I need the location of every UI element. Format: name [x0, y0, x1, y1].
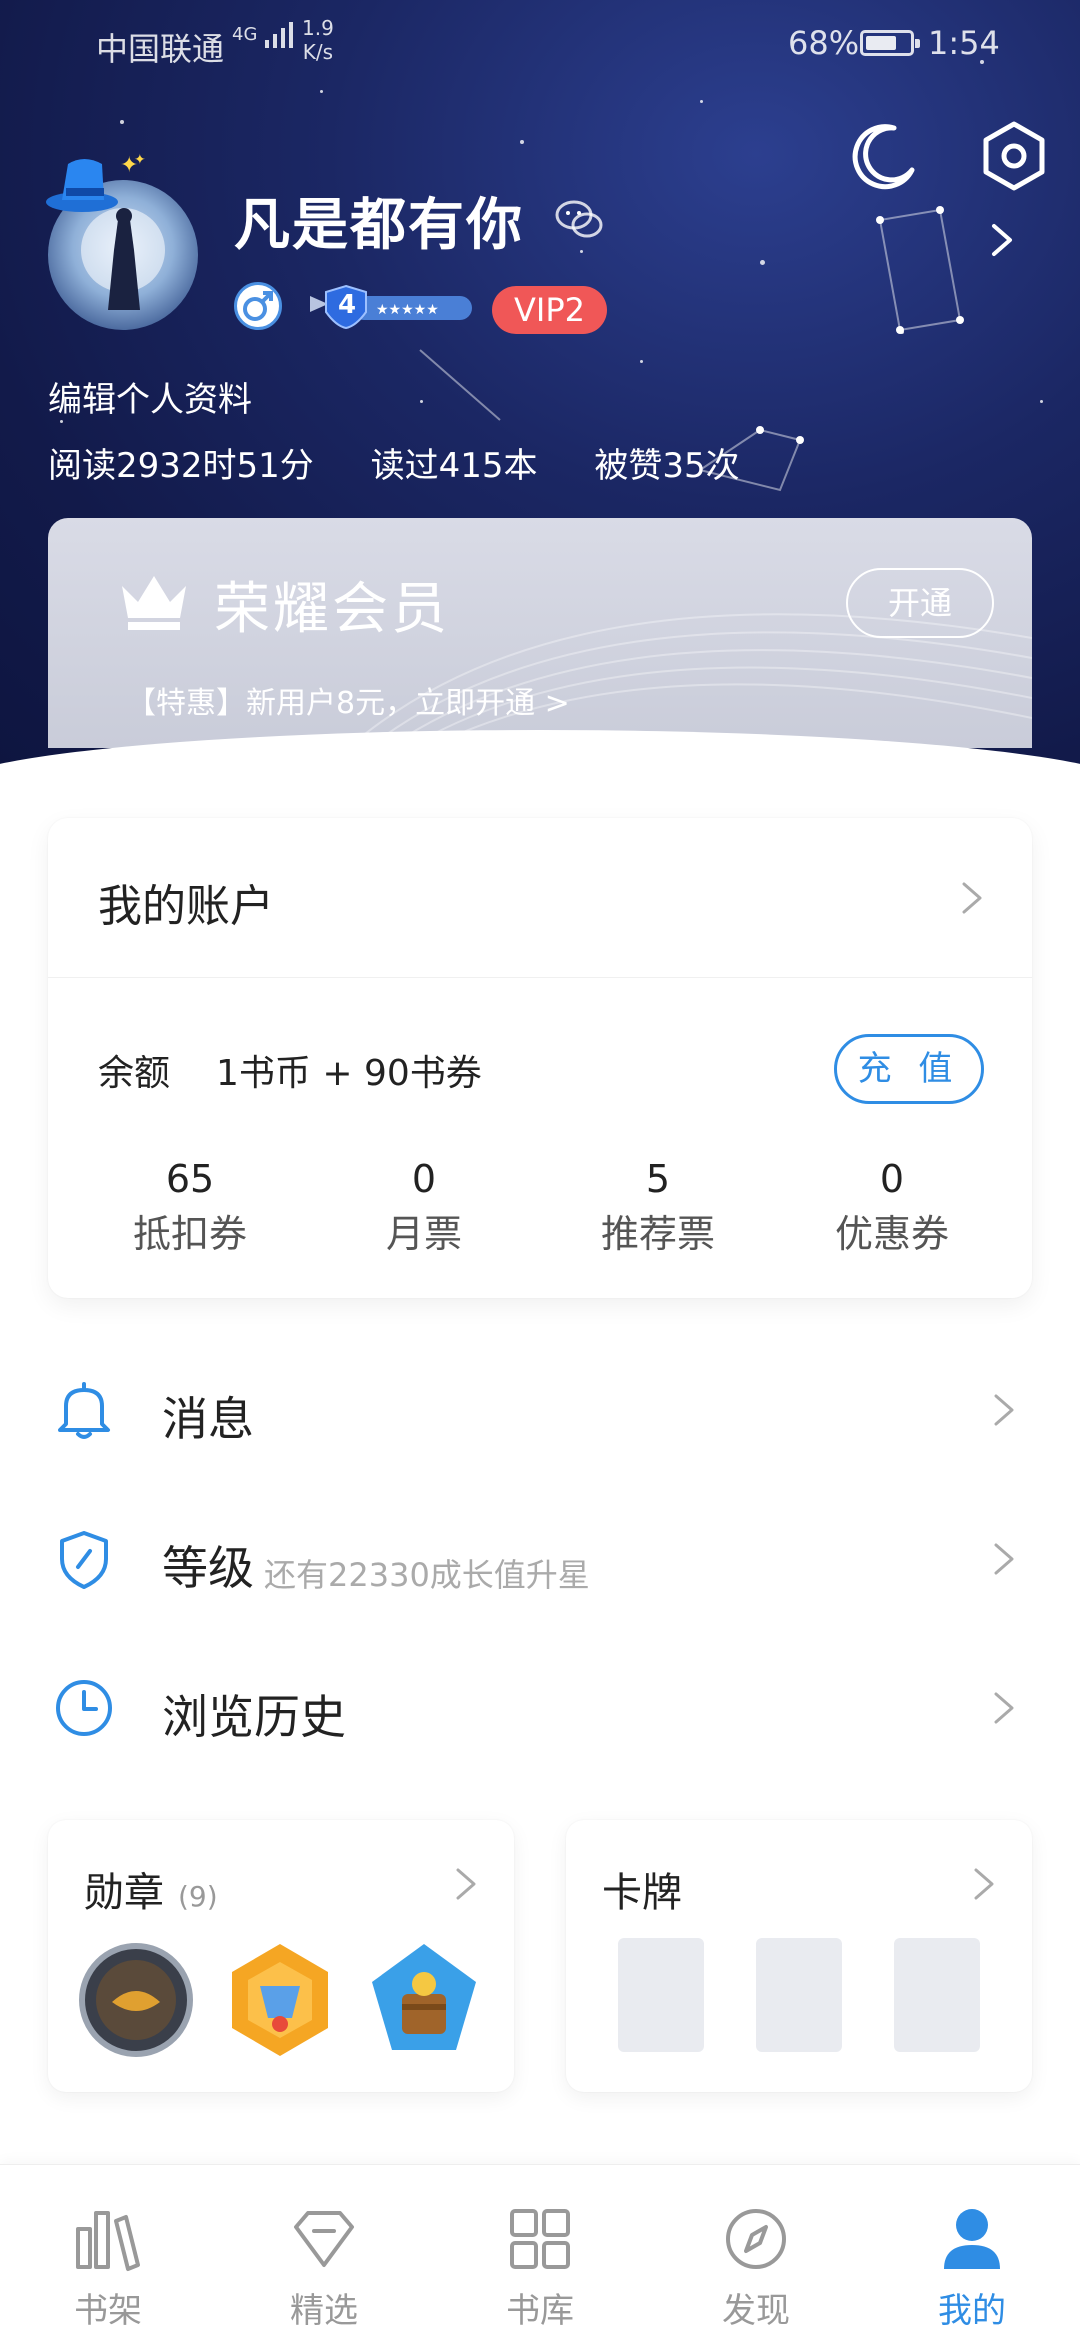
tab-discover[interactable]: 发现 [648, 2165, 864, 2340]
bookshelf-icon [76, 2211, 140, 2271]
network-type: 4G [232, 24, 258, 45]
network-speed-unit: K/s [302, 40, 334, 64]
medals-title-text: 勋章 [84, 1870, 164, 1916]
shield-icon [60, 1531, 108, 1589]
level-badge: ★★★★★ 4 [306, 282, 476, 332]
svg-text:✦: ✦ [134, 152, 146, 168]
vip-title: 荣耀会员 [214, 577, 450, 642]
chevron-right-icon [456, 1868, 476, 1900]
chevron-right-icon[interactable] [982, 220, 1022, 260]
reading-time: 阅读2932时51分 [48, 446, 314, 486]
tab-me[interactable]: 我的 [864, 2165, 1080, 2340]
menu-item-level[interactable]: 等级 还有22330成长值升星 [0, 1494, 1080, 1624]
medals-title: 勋章 (9) [84, 1860, 218, 1918]
username: 凡是都有你 [234, 193, 524, 258]
male-icon [234, 282, 282, 330]
ticket-monthly-votes[interactable]: 0 月票 [324, 1154, 524, 1264]
diamond-icon [294, 2211, 354, 2267]
clock: 1:54 [928, 24, 1000, 62]
bottom-tab-bar: 书架 精选 书库 发现 我的 [0, 2164, 1080, 2340]
status-bar: 中国联通 4G 1.9 K/s 68% 1:54 [0, 0, 1080, 86]
tab-label: 发现 [722, 2291, 790, 2331]
svg-text:★★★★★: ★★★★★ [376, 302, 439, 318]
ticket-count: 0 [411, 1157, 437, 1201]
my-account-row[interactable]: 我的账户 [48, 818, 1032, 978]
card-slot [618, 1938, 704, 2052]
vip-membership-card[interactable]: 荣耀会员 开通 【特惠】新用户8元，立即开通 > [48, 518, 1032, 748]
vip-promo-text[interactable]: 【特惠】新用户8元，立即开通 > [126, 678, 570, 722]
level-number: 4 [338, 290, 357, 320]
battery-percent: 68% [788, 24, 860, 62]
balance-label: 余额 [98, 1053, 171, 1094]
chevron-right-icon [994, 1394, 1014, 1426]
cards-title: 卡牌 [602, 1870, 682, 1916]
settings-button[interactable] [976, 118, 1052, 194]
card-slot [756, 1938, 842, 2052]
ticket-discount-coupons[interactable]: 0 优惠券 [792, 1154, 992, 1264]
profile-header: 中国联通 4G 1.9 K/s 68% 1:54 ✦ ✦ 凡是都有你 ★★★★★… [0, 0, 1080, 770]
ticket-label: 优惠券 [834, 1212, 949, 1256]
ticket-recommend-votes[interactable]: 5 推荐票 [558, 1154, 758, 1264]
ticket-label: 抵扣券 [132, 1212, 247, 1256]
crown-icon [122, 576, 186, 630]
tab-featured[interactable]: 精选 [216, 2165, 432, 2340]
avatar[interactable]: ✦ ✦ [40, 150, 200, 330]
menu-label: 等级 [162, 1541, 254, 1595]
reading-stats: 阅读2932时51分 读过415本 被赞35次 [48, 438, 786, 487]
carrier-name: 中国联通 [96, 30, 225, 68]
grid-icon [510, 2209, 570, 2269]
tab-bookshelf[interactable]: 书架 [0, 2165, 216, 2340]
books-read-count: 读过415本 [370, 446, 538, 486]
magic-hat-icon: ✦ ✦ [46, 152, 146, 212]
ticket-label: 月票 [385, 1212, 462, 1256]
battery-icon [860, 30, 920, 56]
likes-count: 被赞35次 [594, 446, 740, 486]
chevron-right-icon [974, 1868, 994, 1900]
menu-item-history[interactable]: 浏览历史 [0, 1643, 1080, 1773]
menu-item-messages[interactable]: 消息 [0, 1345, 1080, 1475]
medals-card[interactable]: 勋章 (9) [48, 1820, 514, 2092]
gear-icon [983, 121, 1045, 191]
ticket-count: 65 [165, 1157, 215, 1201]
tab-label: 我的 [938, 2291, 1006, 2331]
chevron-right-icon [994, 1543, 1014, 1575]
compass-icon [726, 2209, 786, 2269]
recharge-button[interactable]: 充 值 [834, 1034, 984, 1104]
signal-bars-icon [265, 22, 294, 48]
network-speed-value: 1.9 [302, 16, 334, 40]
balance-value: 1书币 + 90书券 [216, 1053, 482, 1094]
medals-count: (9) [178, 1880, 218, 1913]
ticket-deduction-coupons[interactable]: 65 抵扣券 [90, 1154, 290, 1264]
tab-label: 书库 [506, 2291, 574, 2331]
menu-label: 浏览历史 [162, 1690, 346, 1744]
menu-label: 消息 [162, 1392, 254, 1446]
chevron-right-icon [962, 882, 982, 914]
signal-indicator: 4G [232, 22, 299, 48]
ticket-label: 推荐票 [600, 1212, 715, 1256]
ticket-count: 0 [879, 1157, 905, 1201]
chevron-right-icon [994, 1692, 1014, 1724]
account-card: 我的账户 余额 1书币 + 90书券 充 值 65 抵扣券 0 月票 5 推荐票… [48, 818, 1032, 1298]
medal-douluo-icon [79, 1943, 193, 2057]
vip-open-button[interactable]: 开通 [846, 568, 994, 638]
medal-award-icon [232, 1944, 328, 2056]
vip-badge: VIP2 [492, 286, 607, 334]
person-icon [944, 2209, 1000, 2269]
ticket-count: 5 [645, 1157, 671, 1201]
night-mode-button[interactable] [846, 118, 922, 194]
account-title: 我的账户 [98, 881, 274, 932]
medal-treasure-icon [372, 1944, 476, 2050]
tab-label: 精选 [290, 2291, 358, 2331]
tab-library[interactable]: 书库 [432, 2165, 648, 2340]
edit-profile-link[interactable]: 编辑个人资料 [48, 372, 252, 421]
clock-icon [56, 1680, 112, 1736]
tab-label: 书架 [74, 2291, 142, 2331]
network-speed: 1.9 K/s [302, 16, 334, 64]
cards-card[interactable]: 卡牌 [566, 1820, 1032, 2092]
moon-icon [852, 124, 915, 190]
level-hint: 还有22330成长值升星 [264, 1556, 590, 1594]
card-slot [894, 1938, 980, 2052]
bell-icon [58, 1382, 110, 1439]
wechat-icon [555, 200, 603, 238]
